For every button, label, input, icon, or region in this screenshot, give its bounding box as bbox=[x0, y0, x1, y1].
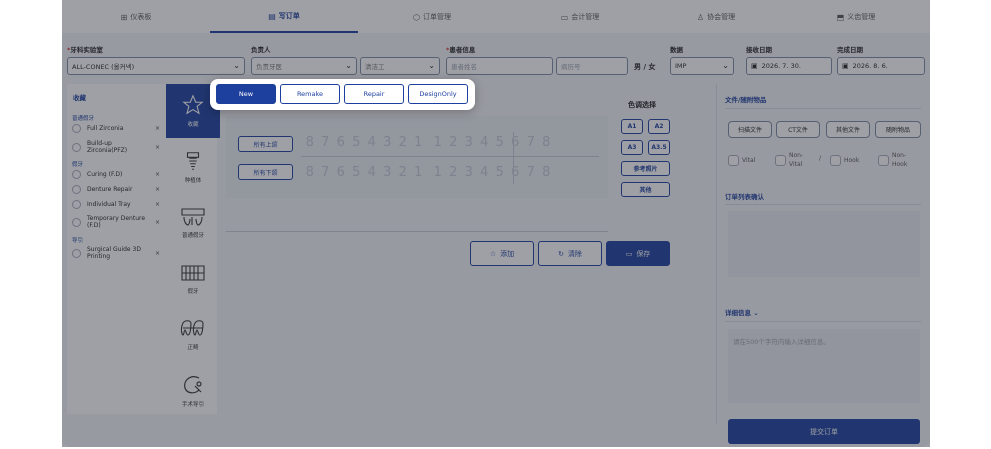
order-type-repair[interactable]: Repair bbox=[344, 84, 404, 104]
order-type-designonly[interactable]: DesignOnly bbox=[408, 84, 468, 104]
order-type-popup: New Remake Repair DesignOnly bbox=[210, 79, 475, 110]
order-type-new[interactable]: New bbox=[216, 84, 276, 104]
page-margin bbox=[0, 0, 62, 449]
modal-backdrop[interactable] bbox=[0, 0, 991, 449]
order-type-remake[interactable]: Remake bbox=[280, 84, 340, 104]
page-margin bbox=[930, 0, 991, 449]
